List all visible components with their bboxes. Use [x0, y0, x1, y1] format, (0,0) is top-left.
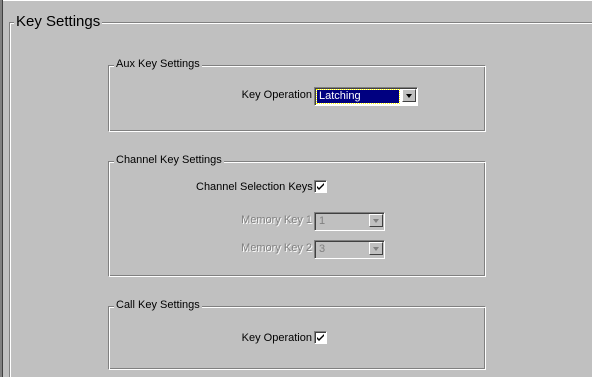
chevron-down-icon [406, 94, 412, 98]
call-key-settings-title: Call Key Settings [114, 299, 202, 312]
aux-key-operation-dropdown-button[interactable] [402, 89, 416, 102]
aux-key-settings-title: Aux Key Settings [114, 58, 202, 71]
key-settings-panel: Key Settings Aux Key Settings Key Operat… [0, 0, 592, 377]
chevron-down-icon [373, 247, 379, 251]
memory-key-1-dropdown[interactable]: 1 [314, 212, 385, 231]
memory-key-1-dropdown-button[interactable] [369, 214, 383, 227]
top-edge [0, 0, 592, 1]
memory-key-2-dropdown-button[interactable] [369, 242, 383, 255]
memory-key-2-label: Memory Key 2 [241, 242, 312, 254]
channel-key-settings-title: Channel Key Settings [114, 154, 224, 167]
checkmark-icon [317, 334, 324, 341]
channel-selection-keys-label: Channel Selection Keys [196, 181, 313, 193]
channel-selection-keys-checkbox[interactable] [314, 180, 327, 193]
call-key-operation-label: Key Operation [241, 332, 312, 344]
aux-key-operation-dropdown[interactable]: Latching [314, 87, 418, 106]
checkmark-icon [317, 183, 324, 190]
left-edge [0, 0, 3, 377]
call-key-operation-checkbox[interactable] [314, 331, 327, 344]
memory-key-1-label: Memory Key 1 [241, 214, 312, 226]
chevron-down-icon [373, 219, 379, 223]
memory-key-2-dropdown[interactable]: 3 [314, 240, 385, 259]
key-settings-title: Key Settings [14, 13, 103, 31]
memory-key-2-value: 3 [319, 243, 326, 255]
memory-key-1-value: 1 [319, 215, 326, 227]
aux-key-operation-label: Key Operation [241, 89, 312, 101]
aux-key-operation-value: Latching [316, 89, 400, 104]
